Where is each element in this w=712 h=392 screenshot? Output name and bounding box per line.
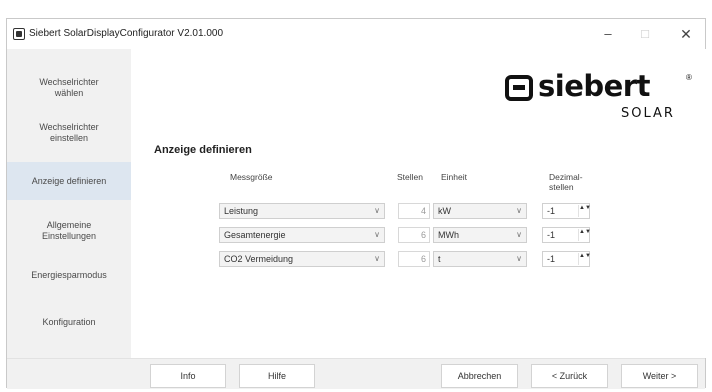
chevron-down-icon: ∨ [516,254,522,263]
back-button[interactable]: < Zurück [531,364,608,388]
sidebar-item-allgemeine-einstellungen[interactable]: Allgemeine Einstellungen [7,212,131,250]
main-panel: siebert ® SOLAR Anzeige definieren Messg… [131,49,707,358]
messgroesse-value: Gesamtenergie [224,230,286,240]
dezimal-spinner-row3[interactable]: -1 ▲▼ [542,251,591,267]
spinner-arrows-icon[interactable]: ▲▼ [578,253,591,265]
messgroesse-select-row3[interactable]: CO2 Vermeidung ∨ [219,251,385,267]
column-header-messgroesse: Messgröße [230,172,273,182]
sidebar-item-energiesparmodus[interactable]: Energiesparmodus [7,256,131,294]
window-title: Siebert SolarDisplayConfigurator V2.01.0… [29,28,223,39]
sidebar-item-wechselrichter-waehlen[interactable]: Wechselrichter wählen [7,69,131,107]
close-button[interactable]: ✕ [671,23,701,45]
info-button[interactable]: Info [150,364,226,388]
sidebar-item-anzeige-definieren[interactable]: Anzeige definieren [7,162,131,200]
stellen-field-row3[interactable]: 6 [398,251,430,267]
next-button[interactable]: Weiter > [621,364,698,388]
dezimal-value: -1 [547,254,556,264]
einheit-select-row2[interactable]: MWh ∨ [433,227,527,243]
dezimal-spinner-row2[interactable]: -1 ▲▼ [542,227,591,243]
logo-brand: siebert [538,69,650,103]
siebert-solar-logo: siebert ® SOLAR [505,69,699,121]
app-icon [13,28,25,40]
chevron-down-icon: ∨ [374,206,380,215]
chevron-down-icon: ∨ [516,206,522,215]
einheit-value: MWh [438,230,459,240]
messgroesse-value: Leistung [224,206,259,216]
stellen-field-row2[interactable]: 6 [398,227,430,243]
messgroesse-select-row2[interactable]: Gesamtenergie ∨ [219,227,385,243]
column-header-einheit: Einheit [441,172,467,182]
logo-sub: SOLAR [621,106,675,121]
column-header-stellen: Stellen [397,172,423,182]
chevron-down-icon: ∨ [516,230,522,239]
page-title: Anzeige definieren [154,144,252,156]
messgroesse-value: CO2 Vermeidung [224,254,294,264]
logo-registered: ® [686,73,692,82]
einheit-select-row1[interactable]: kW ∨ [433,203,527,219]
messgroesse-select-row1[interactable]: Leistung ∨ [219,203,385,219]
title-bar: Siebert SolarDisplayConfigurator V2.01.0… [7,19,705,49]
minimize-button[interactable]: – [593,23,623,45]
einheit-value: t [438,254,441,264]
einheit-select-row3[interactable]: t ∨ [433,251,527,267]
column-header-dezimalstellen: Dezimal- stellen [549,172,583,192]
spinner-arrows-icon[interactable]: ▲▼ [578,205,591,217]
help-button[interactable]: Hilfe [239,364,315,388]
sidebar: Wechselrichter wählen Wechselrichter ein… [7,49,131,358]
cancel-button[interactable]: Abbrechen [441,364,518,388]
dezimal-value: -1 [547,206,556,216]
sidebar-item-wechselrichter-einstellen[interactable]: Wechselrichter einstellen [7,114,131,152]
button-bar: Info Hilfe Abbrechen < Zurück Weiter > [7,358,705,389]
siebert-logo-icon [505,75,533,101]
einheit-value: kW [438,206,451,216]
spinner-arrows-icon[interactable]: ▲▼ [578,229,591,241]
stellen-field-row1[interactable]: 4 [398,203,430,219]
app-window: Siebert SolarDisplayConfigurator V2.01.0… [6,18,707,389]
maximize-button[interactable]: □ [630,23,660,45]
dezimal-value: -1 [547,230,556,240]
dezimal-spinner-row1[interactable]: -1 ▲▼ [542,203,591,219]
sidebar-item-konfiguration[interactable]: Konfiguration [7,303,131,341]
chevron-down-icon: ∨ [374,230,380,239]
chevron-down-icon: ∨ [374,254,380,263]
